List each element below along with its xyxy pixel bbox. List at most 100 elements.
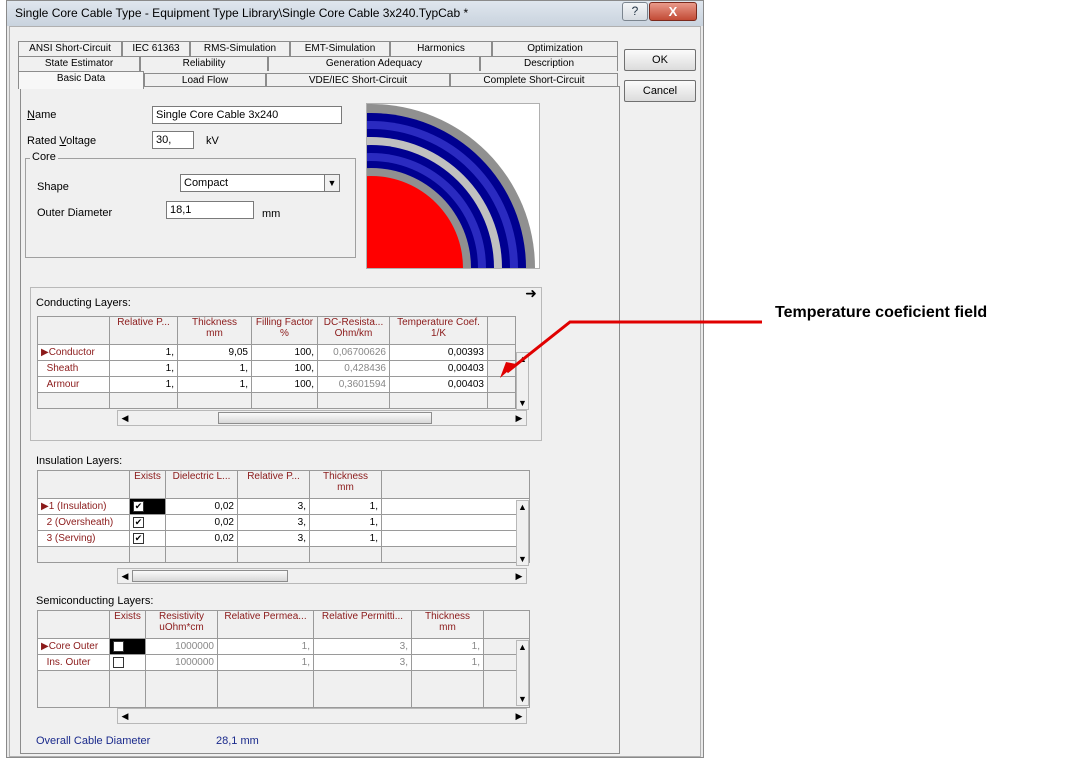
column-header-relative-permeability[interactable]: Relative P... bbox=[109, 316, 178, 345]
table-row[interactable]: 3 (Serving) ✔ 0,02 3, 1, bbox=[37, 530, 530, 547]
column-header-dc-resistance[interactable]: DC-Resista... Ohm/km bbox=[317, 316, 390, 345]
checkbox-unchecked-icon[interactable] bbox=[113, 656, 124, 668]
horizontal-scrollbar[interactable]: ◀ ▶ bbox=[117, 568, 527, 584]
row-name[interactable]: Sheath bbox=[37, 360, 110, 377]
tab-reliability[interactable]: Reliability bbox=[140, 56, 268, 71]
checkbox-checked-icon[interactable]: ✔ bbox=[133, 516, 144, 528]
cell-dielectric-loss[interactable]: 0,02 bbox=[165, 514, 238, 531]
tab-basic-data[interactable]: Basic Data bbox=[18, 71, 144, 89]
column-header-temperature-coef[interactable]: Temperature Coef. 1/K bbox=[389, 316, 488, 345]
row-name[interactable]: Ins. Outer bbox=[37, 654, 110, 671]
table-row[interactable]: Ins. Outer 1000000 1, 3, 1, bbox=[37, 654, 530, 671]
vertical-scrollbar[interactable]: ▲ ▼ bbox=[516, 500, 529, 566]
cell-filling-factor[interactable]: 100, bbox=[251, 360, 318, 377]
checkbox-checked-icon[interactable]: ✔ bbox=[133, 500, 144, 512]
column-header-thickness[interactable]: Thickness mm bbox=[309, 470, 382, 499]
cell-exists[interactable]: ✔ bbox=[129, 514, 166, 531]
shape-select[interactable]: Compact ▼ bbox=[180, 174, 340, 192]
tab-description[interactable]: Description bbox=[480, 56, 618, 71]
ok-button[interactable]: OK bbox=[624, 49, 696, 71]
outer-diameter-field[interactable]: 18,1 bbox=[166, 201, 254, 219]
cell-relative-permittivity[interactable]: 3, bbox=[237, 530, 310, 547]
cell-dielectric-loss[interactable]: 0,02 bbox=[165, 498, 238, 515]
checkbox-unchecked-icon[interactable] bbox=[113, 640, 124, 652]
tab-harmonics[interactable]: Harmonics bbox=[390, 41, 492, 56]
cell-relative-permittivity[interactable]: 3, bbox=[237, 514, 310, 531]
column-header-thickness[interactable]: Thickness mm bbox=[177, 316, 252, 345]
column-header-thickness[interactable]: Thickness mm bbox=[411, 610, 484, 639]
column-header-relative-permittivity[interactable]: Relative P... bbox=[237, 470, 310, 499]
vertical-scrollbar[interactable]: ▲ ▼ bbox=[516, 640, 529, 706]
cell-temperature-coef[interactable]: 0,00403 bbox=[389, 360, 488, 377]
checkbox-checked-icon[interactable]: ✔ bbox=[133, 532, 144, 544]
close-button[interactable]: X bbox=[649, 2, 697, 21]
chevron-down-icon[interactable]: ▼ bbox=[324, 175, 339, 191]
cell-dielectric-loss[interactable]: 0,02 bbox=[165, 530, 238, 547]
cell-temperature-coef[interactable]: 0,00403 bbox=[389, 376, 488, 393]
tab-emt-simulation[interactable]: EMT-Simulation bbox=[290, 41, 390, 56]
cell-temperature-coef[interactable]: 0,00393 bbox=[389, 344, 488, 361]
help-button[interactable]: ? bbox=[622, 2, 648, 21]
chevron-down-icon[interactable]: ▼ bbox=[517, 397, 528, 409]
column-header-dielectric-loss[interactable]: Dielectric L... bbox=[165, 470, 238, 499]
cell-filling-factor[interactable]: 100, bbox=[251, 376, 318, 393]
tab-generation-adequacy[interactable]: Generation Adequacy bbox=[268, 56, 480, 71]
cell-relative-permittivity[interactable]: 3, bbox=[237, 498, 310, 515]
tab-rms-simulation[interactable]: RMS-Simulation bbox=[190, 41, 290, 56]
name-field[interactable]: Single Core Cable 3x240 bbox=[152, 106, 342, 124]
cell-thickness[interactable]: 1, bbox=[177, 376, 252, 393]
row-name[interactable]: ▶Conductor bbox=[37, 344, 110, 361]
table-row[interactable]: 2 (Oversheath) ✔ 0,02 3, 1, bbox=[37, 514, 530, 531]
chevron-right-icon[interactable]: ▶ bbox=[513, 570, 525, 582]
tab-optimization[interactable]: Optimization bbox=[492, 41, 618, 56]
table-row[interactable]: ▶Core Outer 1000000 1, 3, 1, bbox=[37, 638, 530, 655]
chevron-right-icon[interactable]: ▶ bbox=[513, 710, 525, 722]
cell-relative-permeability[interactable]: 1, bbox=[109, 376, 178, 393]
cell-exists[interactable]: ✔ bbox=[129, 530, 166, 547]
cell-thickness[interactable]: 9,05 bbox=[177, 344, 252, 361]
cell-filling-factor[interactable]: 100, bbox=[251, 344, 318, 361]
row-name[interactable]: 3 (Serving) bbox=[37, 530, 130, 547]
chevron-left-icon[interactable]: ◀ bbox=[119, 710, 131, 722]
column-header-resistivity[interactable]: Resistivity uOhm*cm bbox=[145, 610, 218, 639]
horizontal-scrollbar[interactable]: ◀ ▶ bbox=[117, 410, 527, 426]
cell-thickness[interactable]: 1, bbox=[309, 498, 382, 515]
tab-state-estimator[interactable]: State Estimator bbox=[18, 56, 140, 71]
table-row[interactable]: ▶1 (Insulation) ✔ 0,02 3, 1, bbox=[37, 498, 530, 515]
column-header-exists[interactable]: Exists bbox=[109, 610, 146, 639]
scrollbar-thumb[interactable] bbox=[218, 412, 432, 424]
horizontal-scrollbar[interactable]: ◀ ▶ bbox=[117, 708, 527, 724]
row-name[interactable]: ▶1 (Insulation) bbox=[37, 498, 130, 515]
row-name[interactable]: 2 (Oversheath) bbox=[37, 514, 130, 531]
cell-exists[interactable] bbox=[109, 638, 146, 655]
column-header-relative-permeability[interactable]: Relative Permea... bbox=[217, 610, 314, 639]
cell-exists[interactable]: ✔ bbox=[129, 498, 166, 515]
scrollbar-thumb[interactable] bbox=[132, 570, 288, 582]
chevron-right-icon[interactable]: ▶ bbox=[513, 412, 525, 424]
chevron-down-icon[interactable]: ▼ bbox=[517, 553, 528, 565]
chevron-up-icon[interactable]: ▲ bbox=[517, 641, 528, 653]
column-header-filling-factor[interactable]: Filling Factor% bbox=[251, 316, 318, 345]
arrow-right-icon[interactable]: ➜ bbox=[523, 285, 539, 301]
cell-thickness[interactable]: 1, bbox=[309, 514, 382, 531]
tab-ansi-short-circuit[interactable]: ANSI Short-Circuit bbox=[18, 41, 122, 56]
chevron-left-icon[interactable]: ◀ bbox=[119, 412, 131, 424]
cancel-button[interactable]: Cancel bbox=[624, 80, 696, 102]
chevron-down-icon[interactable]: ▼ bbox=[517, 693, 528, 705]
column-header-relative-permittivity[interactable]: Relative Permitti... bbox=[313, 610, 412, 639]
row-name[interactable]: ▶Core Outer bbox=[37, 638, 110, 655]
chevron-left-icon[interactable]: ◀ bbox=[119, 570, 131, 582]
table-row[interactable]: Armour 1, 1, 100, 0,3601594 0,00403 bbox=[37, 376, 516, 393]
chevron-up-icon[interactable]: ▲ bbox=[517, 501, 528, 513]
tab-iec-61363[interactable]: IEC 61363 bbox=[122, 41, 190, 56]
title-bar[interactable]: Single Core Cable Type - Equipment Type … bbox=[7, 1, 703, 26]
table-row[interactable]: Sheath 1, 1, 100, 0,428436 0,00403 bbox=[37, 360, 516, 377]
table-row[interactable]: ▶Conductor 1, 9,05 100, 0,06700626 0,003… bbox=[37, 344, 516, 361]
cell-exists[interactable] bbox=[109, 654, 146, 671]
rated-voltage-field[interactable]: 30, bbox=[152, 131, 194, 149]
cell-relative-permeability[interactable]: 1, bbox=[109, 344, 178, 361]
cell-thickness[interactable]: 1, bbox=[309, 530, 382, 547]
cell-relative-permeability[interactable]: 1, bbox=[109, 360, 178, 377]
cell-thickness[interactable]: 1, bbox=[177, 360, 252, 377]
column-header-exists[interactable]: Exists bbox=[129, 470, 166, 499]
